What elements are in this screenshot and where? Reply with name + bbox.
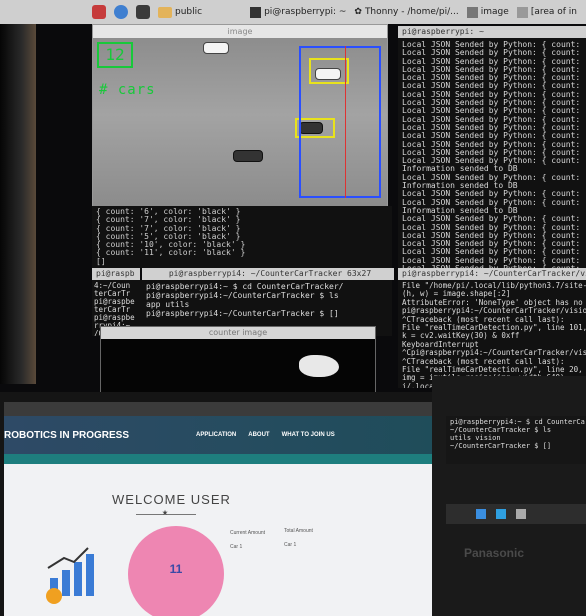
- teal-strip: [4, 454, 434, 464]
- nav-link-join[interactable]: WHAT TO JOIN US: [282, 432, 335, 438]
- windows-taskbar: [446, 504, 586, 524]
- pie-chart: 11: [128, 526, 224, 616]
- terminal-line: pi@raspberrypi4:~ $ cd CounterCarTracker…: [450, 418, 586, 426]
- counting-line: [345, 46, 346, 198]
- thonny-icon: ✿: [354, 7, 362, 17]
- nav-link-application[interactable]: APPLICATION: [196, 432, 236, 438]
- site-navbar: ROBOTICS IN PROGRESS APPLICATION ABOUT W…: [4, 416, 434, 454]
- cars-label: # cars: [99, 82, 156, 98]
- window-icon: [516, 6, 528, 18]
- taskbar-task-thonny[interactable]: ✿ Thonny - /home/pi/...: [354, 7, 458, 17]
- window-title: counter image: [101, 327, 375, 339]
- raspberry-menu-icon[interactable]: [92, 5, 106, 19]
- desktop-taskbar: public pi@raspberrypi: ~ ✿ Thonny - /hom…: [0, 0, 586, 24]
- terminal-line: ~/CounterCarTracker $ ls: [450, 426, 552, 434]
- image-window-icon: [466, 6, 478, 18]
- folder-icon: [158, 6, 172, 18]
- counting-zone: [299, 46, 381, 198]
- col-total-value: Car 1: [284, 542, 297, 548]
- monitor-brand: Panasonic: [464, 546, 525, 560]
- dashboard-website: ROBOTICS IN PROGRESS APPLICATION ABOUT W…: [4, 416, 434, 616]
- window-title: image: [93, 25, 387, 38]
- terminal-line: pi@raspberrypi4:~ $ cd CounterCarTracker…: [146, 282, 344, 291]
- col-current-header: Current Amount: [230, 530, 266, 536]
- terminal-line: []: [96, 256, 106, 266]
- car: [233, 150, 263, 162]
- col-current-value: Car 1: [230, 544, 243, 550]
- terminal-title: pi@raspberrypi: ~: [398, 26, 586, 38]
- car: [203, 42, 229, 54]
- taskbar-task-terminal[interactable]: pi@raspberrypi: ~: [250, 6, 346, 18]
- image-window[interactable]: image 12 # cars: [92, 24, 388, 210]
- terminal-line: ~/CounterCarTracker $ []: [450, 442, 552, 450]
- laptop-screen: ROBOTICS IN PROGRESS APPLICATION ABOUT W…: [0, 392, 440, 616]
- binary-blob: [299, 355, 339, 377]
- app-icon[interactable]: [516, 509, 526, 519]
- app-icon[interactable]: [476, 509, 486, 519]
- col-total-header: Total Amount: [284, 528, 313, 534]
- terminal-line: { count: '11', color: 'black' }: [96, 248, 246, 258]
- monitor-bezel-left: [0, 24, 36, 384]
- traffic-video-frame: 12 # cars: [93, 38, 387, 209]
- browser-icon[interactable]: [114, 5, 128, 19]
- site-brand[interactable]: ROBOTICS IN PROGRESS: [4, 430, 184, 441]
- pie-value: 11: [169, 562, 183, 576]
- terminal-line: app utils: [146, 300, 190, 309]
- taskbar-task-area[interactable]: [area of in: [516, 6, 577, 18]
- browser-chrome: [4, 402, 434, 416]
- welcome-heading: WELCOME USER: [112, 492, 231, 507]
- taskbar-folder[interactable]: public: [158, 6, 202, 18]
- terminal-traceback[interactable]: File "/home/pi/.local/lib/python3.7/site…: [398, 280, 586, 388]
- secondary-monitor: pi@raspberrypi4:~ $ cd CounterCarTracker…: [432, 376, 586, 616]
- terminal-json-log[interactable]: Local JSON Sended by Python: { count: Lo…: [398, 38, 586, 274]
- terminal-title-right: pi@raspberrypi4: ~/CounterCarTracker/vis…: [398, 268, 586, 280]
- terminal-count-log[interactable]: { count: '6', color: 'black' }{ count: '…: [92, 206, 392, 270]
- car-count-box: 12: [97, 42, 133, 68]
- terminal-title-middle: pi@raspberrypi4: ~/CounterCarTracker 63x…: [142, 268, 394, 280]
- terminal-line: pi@raspberrypi4:~/CounterCarTracker $ []: [146, 309, 339, 318]
- terminal-title-left: pi@raspb: [92, 268, 140, 280]
- taskbar-task-image[interactable]: image: [466, 6, 509, 18]
- terminal-secondary[interactable]: pi@raspberrypi4:~ $ cd CounterCarTracker…: [446, 416, 586, 464]
- terminal-line: utils vision: [450, 434, 501, 442]
- terminal-launcher-icon[interactable]: [136, 5, 150, 19]
- terminal-line: pi@raspberrypi4:~/CounterCarTracker $ ls: [146, 291, 339, 300]
- vscode-icon[interactable]: [496, 509, 506, 519]
- terminal-icon: [250, 6, 262, 18]
- growth-chart-icon: [46, 547, 94, 604]
- nav-link-about[interactable]: ABOUT: [248, 432, 269, 438]
- star-icon: ★: [162, 507, 169, 518]
